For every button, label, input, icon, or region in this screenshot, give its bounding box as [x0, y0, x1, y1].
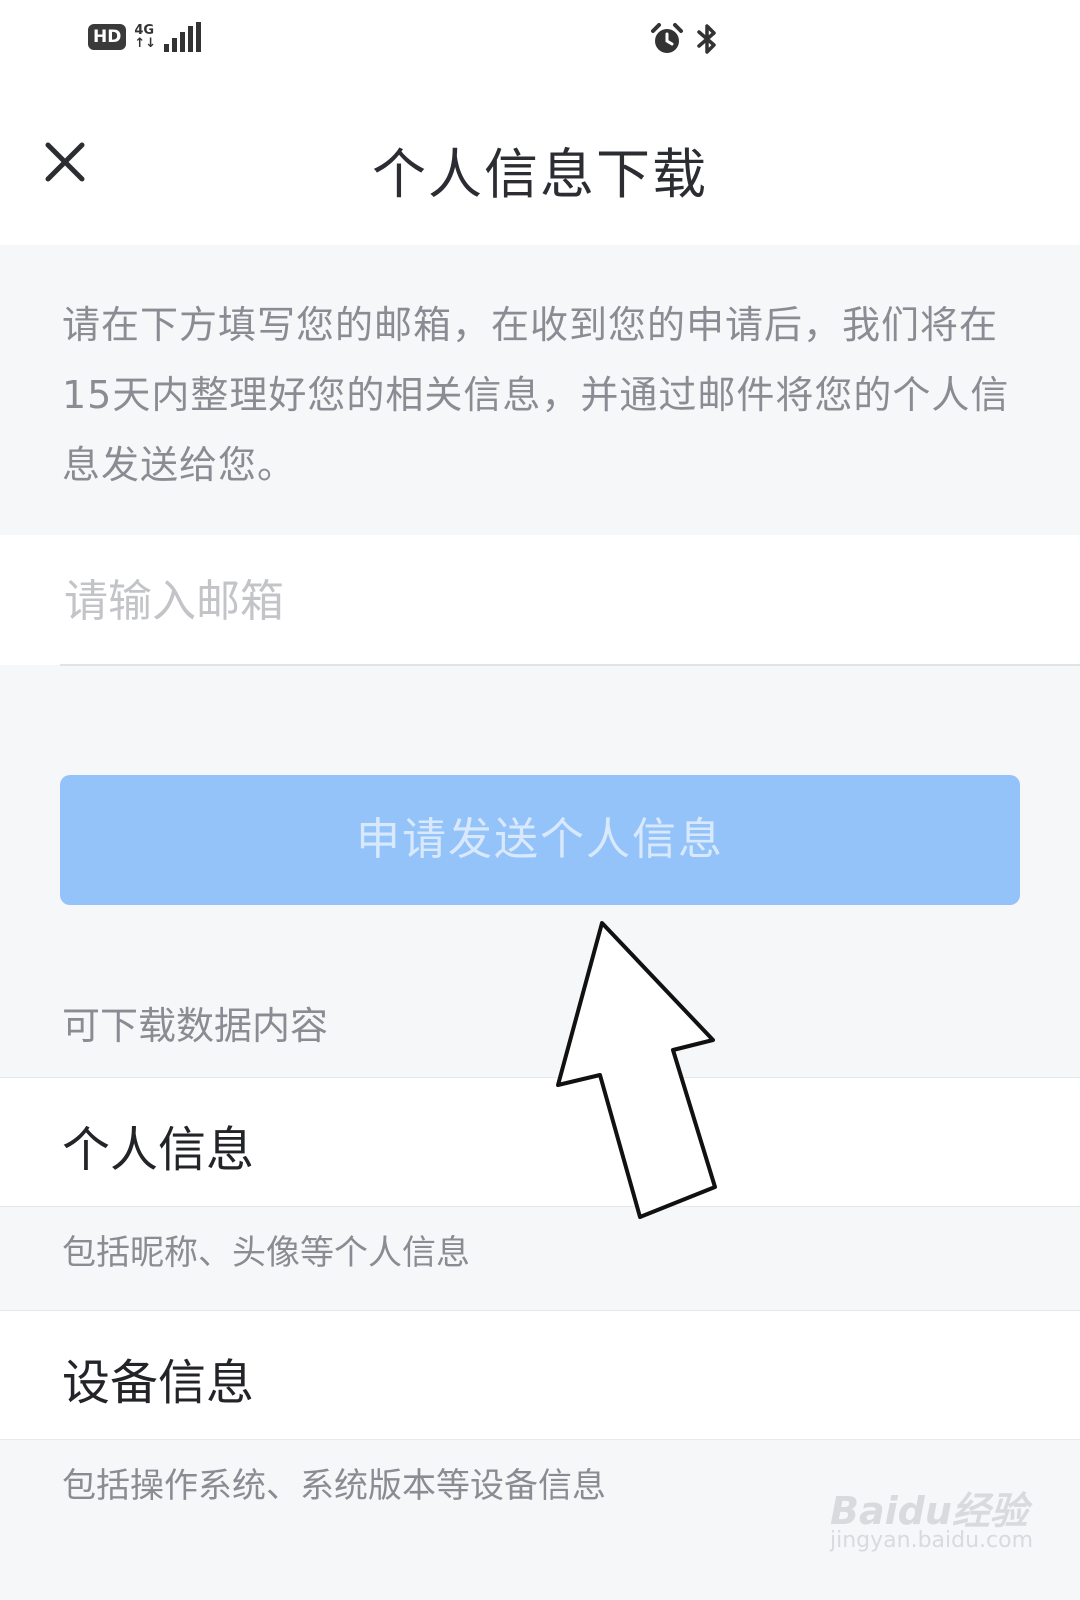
bluetooth-icon: [697, 24, 716, 54]
item-description: 包括操作系统、系统版本等设备信息: [62, 1466, 606, 1506]
item-description: 包括昵称、头像等个人信息: [62, 1233, 470, 1273]
alarm-icon: [651, 23, 683, 53]
network-type: 4G ↑↓: [134, 24, 156, 50]
watermark-logo: Baidu经验: [830, 1489, 1028, 1533]
email-field-row: [0, 535, 1080, 665]
item-title: 设备信息: [62, 1355, 255, 1411]
status-left: HD 4G ↑↓: [88, 22, 202, 52]
item-title: 个人信息: [62, 1122, 255, 1178]
watermark-url: jingyan.baidu.com: [830, 1528, 1034, 1553]
email-underline: [60, 664, 1080, 666]
status-right: [650, 22, 720, 56]
page-title: 个人信息下载: [372, 143, 708, 206]
description-text: 请在下方填写您的邮箱，在收到您的申请后，我们将在15天内整理好您的相关信息，并通…: [62, 303, 1010, 487]
section-label: 可下载数据内容: [62, 1004, 329, 1048]
status-bar: HD 4G ↑↓: [0, 0, 1080, 85]
title-bar: 个人信息下载: [0, 85, 1080, 245]
network-activity: ↑↓: [134, 36, 157, 51]
email-input[interactable]: [62, 555, 1016, 647]
hd-icon: HD: [88, 24, 127, 50]
list-item-personal-info[interactable]: 个人信息: [0, 1077, 1080, 1207]
apply-send-button[interactable]: 申请发送个人信息: [60, 775, 1020, 905]
signal-icon: [164, 22, 202, 52]
list-item-device-info[interactable]: 设备信息: [0, 1310, 1080, 1440]
pointer-arrow-icon: [556, 921, 717, 1219]
